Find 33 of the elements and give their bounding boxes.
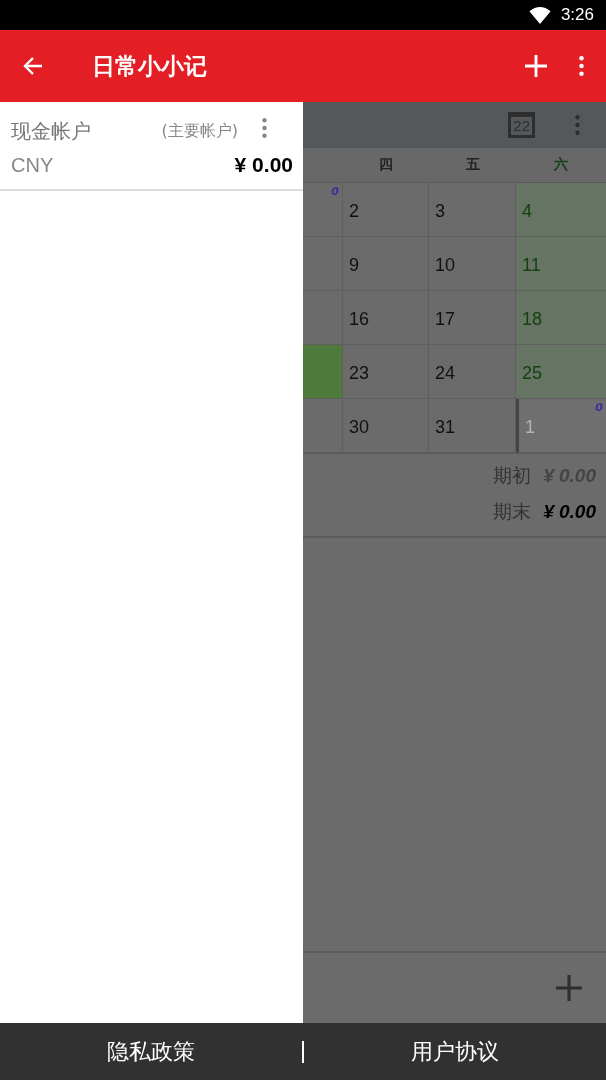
footer-link[interactable]: 隐私政策 — [0, 1036, 302, 1067]
day-number[interactable]: 16 — [349, 309, 370, 330]
day-number[interactable]: 31 — [435, 417, 456, 438]
day-number[interactable]: 23 — [349, 363, 370, 384]
back-arrow-icon[interactable] — [22, 56, 44, 76]
account-name: 现金帐户 — [11, 118, 92, 145]
footer-link[interactable]: 用户协议 — [304, 1036, 606, 1067]
summary-label: 期初 — [493, 463, 532, 488]
day-number[interactable]: 9 — [349, 255, 359, 276]
day-number[interactable]: 2 — [349, 201, 359, 222]
summary-value: ¥ 0.00 — [543, 501, 596, 523]
account-currency: CNY — [11, 153, 55, 177]
count-label: 0 — [331, 185, 339, 198]
add-icon[interactable] — [556, 975, 582, 1001]
day-number[interactable]: 17 — [435, 309, 456, 330]
day-number[interactable]: 18 — [522, 309, 543, 330]
app-title: 日常小小记 — [92, 51, 208, 81]
summary-label: 期末 — [493, 499, 532, 524]
more-icon[interactable] — [262, 118, 267, 138]
day-number[interactable]: 4 — [522, 201, 532, 222]
clock-time: 3:26 — [560, 5, 594, 25]
day-number[interactable]: 24 — [435, 363, 456, 384]
wifi-icon — [528, 6, 551, 24]
account-balance: ¥ 0.00 — [234, 153, 293, 177]
day-number[interactable]: 1 — [525, 417, 535, 438]
day-number[interactable]: 25 — [522, 363, 543, 384]
more-icon[interactable] — [579, 56, 584, 76]
count-label: 0 — [595, 401, 603, 414]
day-number[interactable]: 10 — [435, 255, 456, 276]
account-tag: (主要帐户) — [161, 121, 238, 142]
day-number[interactable]: 3 — [435, 201, 445, 222]
day-number[interactable]: 11 — [522, 255, 541, 276]
day-number[interactable]: 30 — [349, 417, 370, 438]
